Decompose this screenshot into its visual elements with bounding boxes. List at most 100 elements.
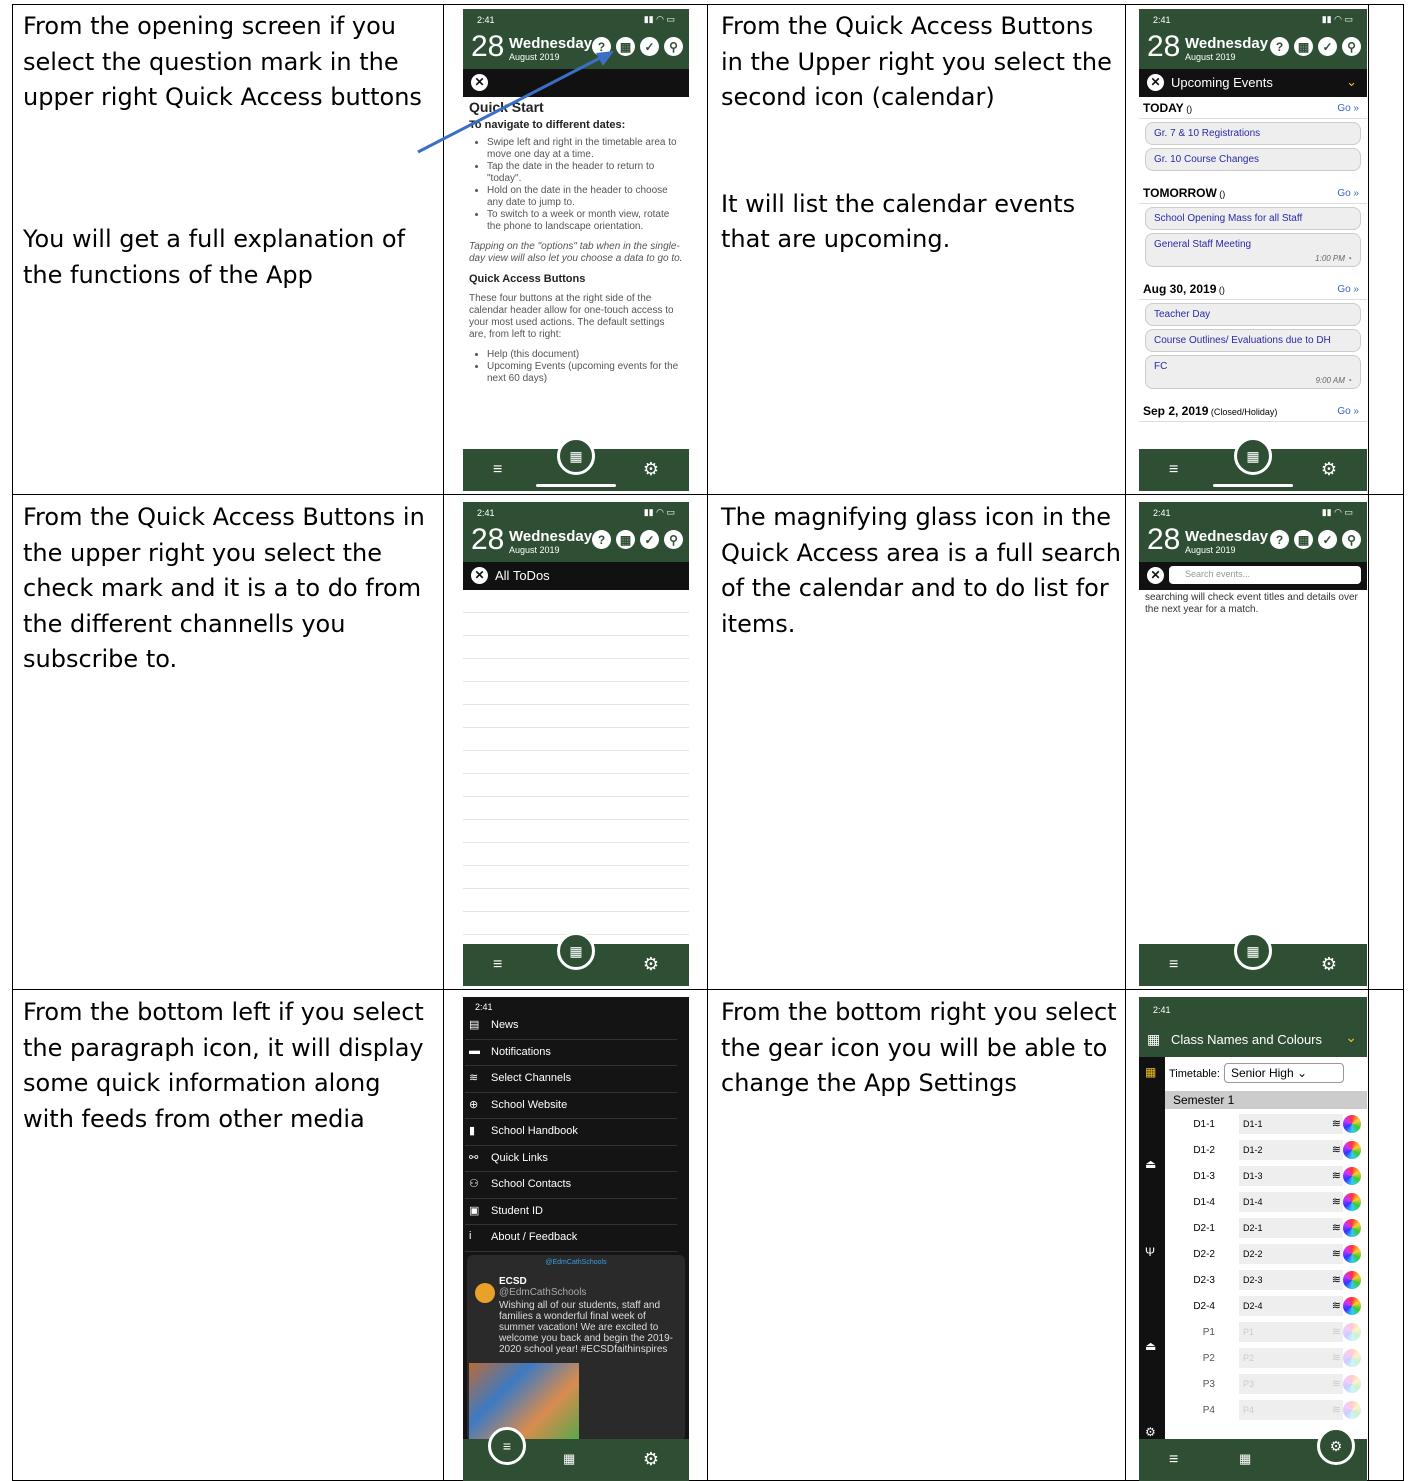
calendar-header[interactable]: 28 Wednesday August 2019 ? ▦ ✓ ⚲ (1139, 27, 1367, 69)
calendar-tab-icon[interactable]: ▦ (1234, 932, 1272, 970)
class-name-field[interactable]: P1 (1239, 1322, 1343, 1342)
calendar-header[interactable]: 28 Wednesday August 2019 ? ▦ ✓ ⚲ (463, 27, 689, 69)
class-name-field[interactable]: D1-1 (1239, 1114, 1343, 1134)
close-icon[interactable]: ✕ (471, 567, 488, 584)
class-name-field[interactable]: D1-2 (1239, 1140, 1343, 1160)
paragraph-icon[interactable]: ≡ (1169, 1451, 1178, 1469)
close-icon[interactable]: ✕ (1147, 74, 1164, 91)
color-wheel-icon[interactable] (1343, 1401, 1361, 1419)
calendar-tab-icon[interactable]: ▦ (557, 437, 595, 475)
calendar-icon[interactable]: ▦ (616, 530, 635, 549)
color-wheel-icon[interactable] (1343, 1271, 1361, 1289)
event-item[interactable]: School Opening Mass for all Staff (1145, 207, 1361, 230)
class-name-field[interactable]: P3 (1239, 1374, 1343, 1394)
gear-icon[interactable]: ⚙ (1321, 954, 1337, 975)
event-item[interactable]: Gr. 10 Course Changes (1145, 148, 1361, 171)
help-icon[interactable]: ? (1270, 530, 1289, 549)
calendar-tab-icon[interactable]: ▦ (1234, 437, 1272, 475)
help-icon[interactable]: ? (1270, 37, 1289, 56)
color-wheel-icon[interactable] (1343, 1141, 1361, 1159)
layers-icon[interactable]: ≋ (1332, 1403, 1341, 1416)
event-item[interactable]: FC 9:00 AM ◔ (1145, 355, 1361, 389)
gears-icon[interactable]: ⚙ (1145, 1425, 1156, 1439)
calendar-header[interactable]: 28 Wednesday August 2019 ? ▦ ✓ ⚲ (1139, 520, 1367, 562)
layers-icon[interactable]: ≋ (1332, 1299, 1341, 1312)
utensils-icon[interactable]: Ψ (1145, 1245, 1155, 1259)
timetable-select[interactable]: Senior High ⌄ (1223, 1063, 1344, 1083)
menu-item[interactable]: ⚯ Quick Links (465, 1146, 677, 1172)
layers-icon[interactable]: ≋ (1332, 1221, 1341, 1234)
gear-icon[interactable]: ⚙ (1317, 1427, 1355, 1465)
menu-item[interactable]: ▬ Notifications (465, 1040, 677, 1066)
paragraph-icon[interactable]: ≡ (493, 461, 502, 479)
color-wheel-icon[interactable] (1343, 1167, 1361, 1185)
help-icon[interactable]: ? (592, 530, 611, 549)
calendar-tab-icon[interactable]: ▦ (1239, 1451, 1251, 1467)
check-icon[interactable]: ✓ (640, 37, 659, 56)
menu-item[interactable]: ▣ Student ID (465, 1199, 677, 1225)
class-name-field[interactable]: P4 (1239, 1400, 1343, 1420)
layers-icon[interactable]: ≋ (1332, 1195, 1341, 1208)
search-icon[interactable]: ⚲ (664, 530, 683, 549)
class-name-field[interactable]: D1-3 (1239, 1166, 1343, 1186)
check-icon[interactable]: ✓ (640, 530, 659, 549)
gear-icon[interactable]: ⚙ (1321, 459, 1337, 480)
event-item[interactable]: Course Outlines/ Evaluations due to DH (1145, 329, 1361, 352)
gear-icon[interactable]: ⚙ (643, 459, 659, 480)
gear-icon[interactable]: ⚙ (643, 1449, 659, 1470)
menu-item[interactable]: i About / Feedback (465, 1225, 677, 1252)
gear-icon[interactable]: ⚙ (643, 954, 659, 975)
go-link[interactable]: Go » (1337, 188, 1359, 199)
color-wheel-icon[interactable] (1343, 1297, 1361, 1315)
color-wheel-icon[interactable] (1343, 1349, 1361, 1367)
check-icon[interactable]: ✓ (1318, 530, 1337, 549)
class-name-field[interactable]: D2-3 (1239, 1270, 1343, 1290)
class-name-field[interactable]: D2-2 (1239, 1244, 1343, 1264)
event-item[interactable]: Gr. 7 & 10 Registrations (1145, 122, 1361, 145)
menu-item[interactable]: ▮ School Handbook (465, 1119, 677, 1146)
go-link[interactable]: Go » (1337, 284, 1359, 295)
paragraph-icon[interactable]: ≡ (493, 956, 502, 974)
class-name-field[interactable]: P2 (1239, 1348, 1343, 1368)
menu-item[interactable]: ▤ News (465, 1013, 677, 1040)
event-item[interactable]: General Staff Meeting 1:00 PM ◔ (1145, 233, 1361, 267)
color-wheel-icon[interactable] (1343, 1219, 1361, 1237)
class-name-field[interactable]: D2-1 (1239, 1218, 1343, 1238)
close-icon[interactable]: ✕ (1147, 567, 1164, 584)
go-link[interactable]: Go » (1337, 103, 1359, 114)
timetable-icon[interactable]: ▦ (1145, 1065, 1156, 1079)
search-input[interactable]: Search events... (1169, 566, 1361, 584)
help-icon[interactable]: ? (592, 37, 611, 56)
layers-icon[interactable]: ≋ (1332, 1377, 1341, 1390)
layers-icon[interactable]: ≋ (1332, 1351, 1341, 1364)
paragraph-icon[interactable]: ≡ (1169, 956, 1178, 974)
check-icon[interactable]: ✓ (1318, 37, 1337, 56)
color-wheel-icon[interactable] (1343, 1375, 1361, 1393)
go-link[interactable]: Go » (1337, 406, 1359, 417)
bell-icon[interactable]: ⏏ (1145, 1157, 1156, 1171)
paragraph-icon[interactable]: ≡ (1169, 461, 1178, 479)
layers-icon[interactable]: ≋ (1332, 1273, 1341, 1286)
menu-item[interactable]: ⊕ School Website (465, 1093, 677, 1119)
layers-icon[interactable]: ≋ (1332, 1247, 1341, 1260)
menu-item[interactable]: ⚇ School Contacts (465, 1172, 677, 1199)
calendar-tab-icon[interactable]: ▦ (563, 1451, 575, 1467)
color-wheel-icon[interactable] (1343, 1193, 1361, 1211)
search-icon[interactable]: ⚲ (1342, 530, 1361, 549)
close-icon[interactable]: ✕ (471, 74, 488, 91)
search-icon[interactable]: ⚲ (664, 37, 683, 56)
color-wheel-icon[interactable] (1343, 1323, 1361, 1341)
layers-icon[interactable]: ≋ (1332, 1117, 1341, 1130)
menu-item[interactable]: ≋ Select Channels (465, 1066, 677, 1093)
class-name-field[interactable]: D2-4 (1239, 1296, 1343, 1316)
color-wheel-icon[interactable] (1343, 1245, 1361, 1263)
paragraph-icon[interactable]: ≡ (488, 1427, 526, 1465)
layers-icon[interactable]: ≋ (1332, 1325, 1341, 1338)
class-name-field[interactable]: D1-4 (1239, 1192, 1343, 1212)
color-wheel-icon[interactable] (1343, 1115, 1361, 1133)
calendar-icon[interactable]: ▦ (1294, 37, 1313, 56)
download-icon[interactable]: ⏏ (1145, 1339, 1156, 1353)
event-item[interactable]: Teacher Day (1145, 303, 1361, 326)
search-icon[interactable]: ⚲ (1342, 37, 1361, 56)
calendar-icon[interactable]: ▦ (616, 37, 635, 56)
